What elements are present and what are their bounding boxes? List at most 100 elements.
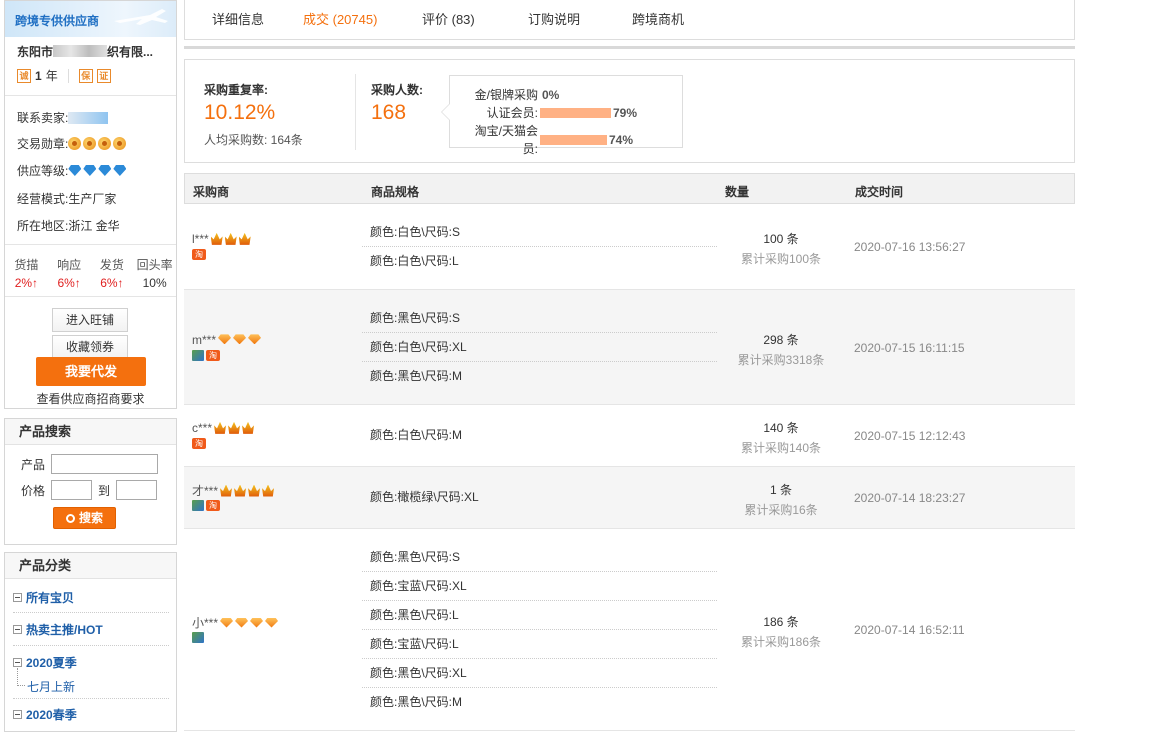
buyer-name[interactable]: 才*** — [192, 484, 218, 498]
masked-text — [53, 45, 108, 57]
tab-cross-border[interactable]: 跨境商机 — [632, 9, 684, 28]
divider — [184, 46, 1075, 49]
stat-value: 6%↑ — [100, 276, 124, 290]
breakdown-row: 金/银牌采购 0% — [472, 86, 560, 103]
region-value: 浙江 金华 — [68, 219, 120, 233]
taobao-icon: 淘 — [192, 249, 206, 260]
price-row: 价格 到 — [21, 480, 158, 500]
collapse-icon[interactable] — [13, 593, 22, 602]
cumulative-quantity: 累计采购140条 — [740, 441, 822, 455]
stat-value: 10% — [142, 276, 167, 290]
banner-title: 跨境专供供应商 — [15, 14, 100, 28]
buyer-badges: 淘 — [192, 438, 206, 449]
region-label: 所在地区: — [17, 219, 69, 233]
spec-item: 颜色:黑色\尺码:XL — [362, 659, 717, 688]
buyer-name[interactable]: m*** — [192, 332, 216, 346]
buyer-cell: c*** — [192, 420, 255, 435]
spec-item: 颜色:宝蓝\尺码:XL — [362, 572, 717, 601]
subcategory-july-new[interactable]: 七月上新 — [27, 678, 75, 695]
product-input[interactable] — [51, 454, 159, 474]
collapse-icon[interactable] — [13, 658, 22, 667]
crown-icon — [210, 232, 223, 245]
crown-icon — [234, 484, 247, 497]
transaction-time: 2020-07-15 12:12:43 — [854, 429, 966, 443]
stat-label: 回头率 — [136, 258, 173, 272]
crown-icon — [214, 421, 227, 434]
buyer-name[interactable]: 小*** — [192, 616, 218, 630]
table-body: l*** 淘 颜色:白色\尺码:S 颜色:白色\尺码:L 100 条累计采购100条 20… — [184, 204, 1075, 731]
stat-item: 货描 2%↑ — [5, 256, 48, 290]
recruit-requirements-link[interactable]: 查看供应商招商要求 — [5, 390, 176, 407]
quantity-cell: 100 条累计采购100条 — [716, 230, 846, 267]
tab-details[interactable]: 详细信息 — [212, 9, 264, 28]
contact-seller-link[interactable] — [68, 111, 109, 124]
breakdown-percent: 0% — [542, 87, 560, 102]
enter-shop-button[interactable]: 进入旺铺 — [52, 308, 128, 332]
collect-coupon-button[interactable]: 收藏领券 — [52, 335, 128, 359]
medal-icon — [98, 137, 112, 150]
years-value: 1 — [35, 68, 42, 83]
breakdown-bar — [540, 107, 611, 118]
medal-row: 交易勋章: — [17, 135, 128, 152]
breakdown-row: 淘宝/天猫会员: 74% — [472, 122, 633, 158]
transaction-time: 2020-07-15 16:11:15 — [854, 340, 965, 355]
company-name[interactable]: 东阳市 织有限... — [17, 43, 175, 60]
shield-icon[interactable]: 保 — [78, 68, 93, 83]
price-min-input[interactable] — [51, 480, 93, 500]
crown-icon — [248, 484, 261, 497]
certificate-icon[interactable]: 证 — [96, 68, 111, 83]
breakdown-percent: 74% — [609, 133, 634, 147]
category-hot[interactable]: 热卖主推/HOT — [13, 621, 103, 638]
table-row: 小*** 颜色:黑色\尺码:S 颜色:宝蓝\尺码:XL 颜色:黑色\尺码:L 颜色:宝蓝… — [184, 529, 1075, 731]
buyer-name[interactable]: c*** — [192, 421, 212, 435]
buyer-name[interactable]: l*** — [192, 232, 209, 246]
category-spring-2020[interactable]: 2020春季 — [13, 706, 77, 723]
divider — [5, 244, 176, 245]
purchase-summary: 采购重复率: 10.12% 人均采购数: 164条 采购人数: 168 金/银牌… — [184, 59, 1075, 163]
supplier-banner: 跨境专供供应商 — [5, 1, 176, 37]
collapse-icon[interactable] — [13, 710, 22, 719]
tab-reviews[interactable]: 评价 (83) — [422, 9, 475, 28]
header-time: 成交时间 — [855, 185, 904, 199]
medal-label: 交易勋章: — [17, 137, 69, 151]
company-name-prefix: 东阳市 — [17, 45, 54, 59]
product-search-box: 产品搜索 产品 价格 到 搜索 — [4, 418, 177, 545]
medal-icon — [68, 137, 82, 150]
heart-icon — [235, 617, 249, 628]
contact-label: 联系卖家: — [17, 111, 69, 125]
buyers-count-value: 168 — [371, 101, 407, 124]
cumulative-quantity: 累计采购16条 — [744, 503, 818, 517]
breakdown-label: 金/银牌采购 — [474, 88, 538, 102]
quantity-value: 100 条 — [763, 232, 799, 246]
price-max-input[interactable] — [116, 480, 158, 500]
spec-item: 颜色:黑色\尺码:S — [362, 304, 717, 333]
quantity-value: 186 条 — [763, 615, 799, 629]
breakdown-percent: 79% — [613, 105, 638, 120]
search-button-label: 搜索 — [78, 511, 103, 525]
mode-label: 经营模式: — [17, 192, 69, 206]
quantity-cell: 298 条累计采购3318条 — [716, 331, 846, 368]
spec-item: 颜色:白色\尺码:L — [370, 254, 459, 268]
crown-icon — [238, 232, 251, 245]
table-header: 采购商 商品规格 数量 成交时间 — [184, 173, 1075, 204]
spec-item: 颜色:橄榄绿\尺码:XL — [370, 490, 479, 504]
tab-order-instructions[interactable]: 订购说明 — [528, 9, 580, 28]
heart-icon — [250, 617, 264, 628]
medal-icon — [113, 137, 127, 150]
buyer-badges: 淘 — [192, 349, 220, 361]
divider — [67, 68, 69, 83]
collapse-icon[interactable] — [13, 625, 22, 634]
transaction-time: 2020-07-14 16:52:11 — [854, 623, 965, 637]
search-button[interactable]: 搜索 — [53, 507, 116, 529]
buyer-badges: 淘 — [192, 500, 220, 511]
divider — [355, 74, 356, 150]
dropship-button[interactable]: 我要代发 — [36, 357, 146, 386]
header-spec: 商品规格 — [371, 185, 420, 199]
buyers-count-label: 采购人数: — [371, 83, 423, 97]
category-all[interactable]: 所有宝贝 — [13, 589, 74, 606]
transaction-time: 2020-07-16 13:56:27 — [854, 240, 966, 254]
spec-item: 颜色:黑色\尺码:M — [370, 369, 462, 383]
supplier-card: 跨境专供供应商 东阳市 织有限... 诚 1年 保 证 联系卖家: 交易勋章: 供… — [4, 0, 177, 409]
diamond-icon — [68, 165, 82, 176]
tab-transactions[interactable]: 成交 (20745) — [303, 9, 377, 28]
